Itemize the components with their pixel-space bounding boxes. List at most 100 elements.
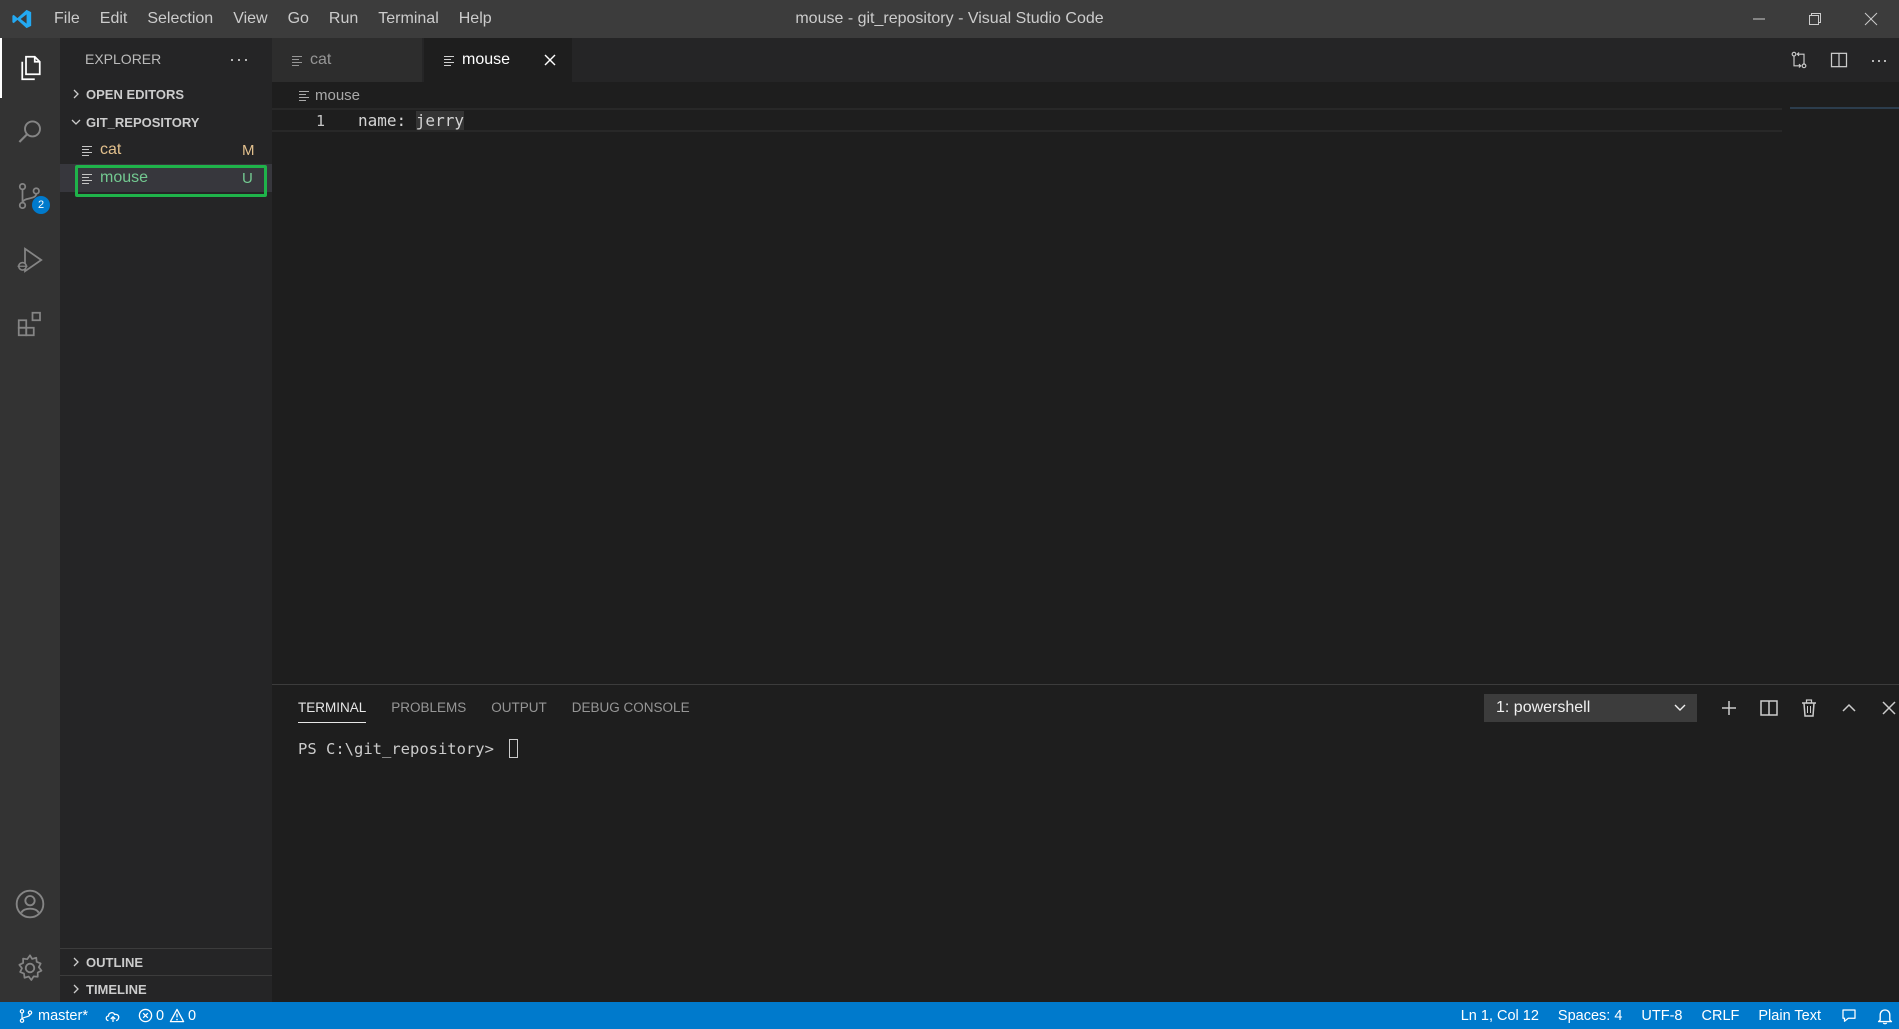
chevron-down-icon xyxy=(66,117,86,127)
timeline-label: TIMELINE xyxy=(86,981,147,997)
activity-bar: 2 xyxy=(0,38,60,1002)
close-panel-button[interactable] xyxy=(1869,694,1899,722)
menu-bar: File Edit Selection View Go Run Terminal… xyxy=(44,0,502,38)
tab-mouse[interactable]: mouse xyxy=(424,38,572,82)
bottom-panel: TERMINAL PROBLEMS OUTPUT DEBUG CONSOLE 1… xyxy=(272,684,1899,1002)
chevron-right-icon xyxy=(66,89,86,99)
code-key: name: xyxy=(358,111,416,130)
vscode-logo-icon xyxy=(0,0,44,38)
tab-label: cat xyxy=(310,51,332,68)
line-number: 1 xyxy=(316,112,326,130)
sidebar-bottom-sections: OUTLINE TIMELINE xyxy=(60,948,272,1002)
restore-icon xyxy=(1809,13,1821,25)
feedback-button[interactable] xyxy=(1840,1007,1858,1025)
tab-debug-console[interactable]: DEBUG CONSOLE xyxy=(572,697,690,723)
folder-section[interactable]: GIT_REPOSITORY xyxy=(60,108,272,136)
error-count: 0 xyxy=(155,1007,165,1024)
open-editors-label: OPEN EDITORS xyxy=(86,86,185,102)
language-mode[interactable]: Plain Text xyxy=(1758,1008,1821,1024)
notifications-button[interactable] xyxy=(1877,1007,1893,1025)
menu-file[interactable]: File xyxy=(44,0,90,38)
file-item-cat[interactable]: cat M xyxy=(60,136,272,164)
indentation[interactable]: Spaces: 4 xyxy=(1558,1008,1623,1024)
editor-tabs-bar: cat mouse ··· xyxy=(272,38,1899,82)
terminal-select[interactable]: 1: powershell xyxy=(1484,694,1697,722)
activity-run-debug[interactable] xyxy=(0,230,60,290)
activity-accounts[interactable] xyxy=(0,874,60,934)
new-terminal-button[interactable] xyxy=(1709,694,1749,722)
code-value: jerry xyxy=(415,111,464,130)
menu-edit[interactable]: Edit xyxy=(90,0,138,38)
explorer-sidebar: EXPLORER ··· OPEN EDITORS GIT_REPOSITORY… xyxy=(60,38,272,1002)
terminal-prompt-line[interactable]: PS C:\git_repository> xyxy=(298,739,519,758)
chevron-right-icon xyxy=(66,984,86,994)
feedback-icon xyxy=(1842,1008,1856,1022)
search-icon xyxy=(18,120,41,143)
chevron-right-icon xyxy=(66,957,86,967)
git-branch-icon xyxy=(19,1008,33,1023)
minimize-icon xyxy=(1753,18,1765,20)
files-icon xyxy=(21,55,41,81)
sync-button[interactable] xyxy=(104,1008,122,1024)
maximize-panel-button[interactable] xyxy=(1829,694,1869,722)
explorer-title: EXPLORER xyxy=(85,51,162,67)
close-icon xyxy=(1864,12,1878,26)
activity-search[interactable] xyxy=(0,102,60,162)
menu-run[interactable]: Run xyxy=(319,0,368,38)
tab-output[interactable]: OUTPUT xyxy=(491,697,547,723)
cloud-upload-icon xyxy=(105,1011,120,1022)
open-editors-section[interactable]: OPEN EDITORS xyxy=(60,80,272,108)
tab-label: mouse xyxy=(462,51,511,68)
terminal-prompt: PS C:\git_repository> xyxy=(298,739,504,758)
editor-more-actions[interactable]: ··· xyxy=(1859,38,1899,82)
file-item-mouse[interactable]: mouse U xyxy=(60,164,272,197)
tab-cat[interactable]: cat xyxy=(272,38,422,82)
editor-actions: ··· xyxy=(1779,38,1899,82)
activity-source-control[interactable]: 2 xyxy=(0,166,60,226)
activity-extensions[interactable] xyxy=(0,294,60,354)
encoding[interactable]: UTF-8 xyxy=(1641,1008,1682,1024)
tab-close-button[interactable] xyxy=(540,50,560,70)
activity-manage[interactable] xyxy=(0,938,60,998)
panel-actions xyxy=(1709,694,1899,722)
close-icon xyxy=(1882,701,1896,715)
menu-terminal[interactable]: Terminal xyxy=(368,0,448,38)
status-bar: master* 0 0 Ln 1, Col 12 Spaces: 4 UTF-8… xyxy=(0,1002,1899,1029)
status-left: master* 0 0 xyxy=(0,1002,212,1029)
kill-terminal-button[interactable] xyxy=(1789,694,1829,722)
tab-problems[interactable]: PROBLEMS xyxy=(391,697,466,723)
close-icon xyxy=(544,54,556,66)
restore-button[interactable] xyxy=(1787,0,1843,38)
status-right: Ln 1, Col 12 Spaces: 4 UTF-8 CRLF Plain … xyxy=(1442,1002,1899,1029)
outline-label: OUTLINE xyxy=(86,954,144,970)
file-lines-icon xyxy=(444,55,462,66)
file-lines-icon xyxy=(82,173,100,184)
minimap-indicator xyxy=(1790,107,1899,109)
outline-section[interactable]: OUTLINE xyxy=(60,948,272,975)
menu-help[interactable]: Help xyxy=(449,0,502,38)
split-editor-button[interactable] xyxy=(1819,38,1859,82)
minimize-button[interactable] xyxy=(1731,0,1787,38)
branch-name: master* xyxy=(38,1007,88,1024)
split-terminal-button[interactable] xyxy=(1749,694,1789,722)
tab-terminal[interactable]: TERMINAL xyxy=(298,697,367,723)
breadcrumb-item[interactable]: mouse xyxy=(315,87,360,104)
end-of-line[interactable]: CRLF xyxy=(1702,1008,1740,1024)
file-lines-icon xyxy=(292,55,310,66)
explorer-more-actions[interactable]: ··· xyxy=(229,49,250,70)
close-window-button[interactable] xyxy=(1843,0,1899,38)
menu-selection[interactable]: Selection xyxy=(137,0,223,38)
code-editor[interactable]: 1 name: jerry xyxy=(272,108,1782,132)
problems-status[interactable]: 0 0 xyxy=(138,1008,196,1024)
extensions-icon xyxy=(17,311,41,337)
activity-explorer[interactable] xyxy=(0,38,60,98)
gear-icon xyxy=(18,954,43,981)
timeline-section[interactable]: TIMELINE xyxy=(60,975,272,1002)
menu-go[interactable]: Go xyxy=(278,0,319,38)
open-changes-button[interactable] xyxy=(1779,38,1819,82)
branch-status[interactable]: master* xyxy=(18,1008,88,1024)
file-name: mouse xyxy=(100,169,149,186)
cursor-position[interactable]: Ln 1, Col 12 xyxy=(1461,1008,1539,1024)
split-editor-icon xyxy=(1830,52,1848,68)
menu-view[interactable]: View xyxy=(223,0,277,38)
